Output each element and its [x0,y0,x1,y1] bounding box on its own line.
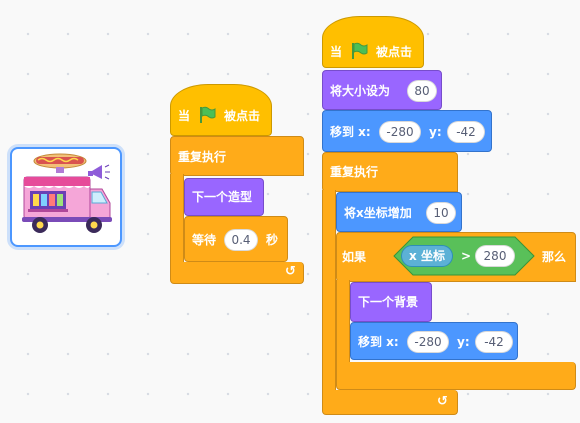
block-label: y: [457,335,470,349]
when-flag-clicked-block[interactable]: 当 被点击 [322,16,424,68]
forever-bottom[interactable]: ↺ [170,262,304,284]
loop-arrow-icon: ↺ [437,394,448,409]
change-x-block[interactable]: 将x坐标增加 10 [336,192,462,232]
forever-bottom[interactable]: ↺ [322,390,458,415]
loop-arrow-icon: ↺ [285,264,296,279]
block-label: 下一个背景 [358,295,419,309]
block-label: 将x坐标增加 [344,206,412,220]
food-truck-icon [22,153,112,233]
block-label: 被点击 [224,109,261,123]
next-backdrop-block[interactable]: 下一个背景 [350,282,432,322]
block-label: 秒 [266,233,279,247]
forever-arm [322,190,336,393]
y-input[interactable]: -42 [447,121,485,143]
block-label: 移到 x: [358,335,399,349]
set-size-block[interactable]: 将大小设为 80 [322,70,442,110]
block-label: 下一个造型 [192,190,253,204]
block-label: 如果 [342,250,367,264]
next-costume-block[interactable]: 下一个造型 [184,178,264,216]
wait-seconds-input[interactable]: 0.4 [224,229,258,251]
y-input[interactable]: -42 [475,331,513,353]
go-to-xy-block[interactable]: 移到 x: -280 y: -42 [322,110,492,152]
size-input[interactable]: 80 [407,80,437,102]
operator-symbol: > [461,249,472,263]
when-flag-clicked-block[interactable]: 当 被点击 [170,84,272,136]
if-bottom[interactable] [336,362,576,390]
compare-value-input[interactable]: 280 [475,245,515,267]
block-label: 当 [330,45,343,59]
sprite-thumbnail[interactable] [10,147,122,247]
block-label: 移到 x: [330,125,371,139]
forever-top[interactable]: 重复执行 [170,136,304,176]
forever-arm [170,174,184,264]
block-label: 将大小设为 [330,84,391,98]
green-flag-icon [352,42,368,59]
if-arm [336,280,350,366]
block-label: 等待 [192,233,217,247]
block-label: y: [429,125,442,139]
block-label: 重复执行 [178,150,227,164]
wait-block[interactable]: 等待 0.4 秒 [184,216,288,262]
block-label: 重复执行 [330,165,379,179]
forever-top[interactable]: 重复执行 [322,152,458,192]
block-label: 那么 [542,250,567,264]
x-input[interactable]: -280 [407,331,449,353]
green-flag-icon [200,106,216,123]
change-x-input[interactable]: 10 [426,202,456,224]
block-label: 被点击 [376,45,413,59]
block-label: 当 [178,109,191,123]
x-input[interactable]: -280 [379,121,421,143]
x-position-reporter[interactable]: x 坐标 [401,245,453,267]
go-to-xy-block[interactable]: 移到 x: -280 y: -42 [350,322,518,360]
